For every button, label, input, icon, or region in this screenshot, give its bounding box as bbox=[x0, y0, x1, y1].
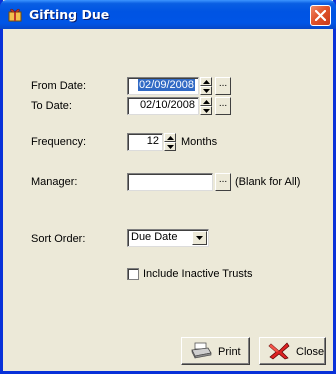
to-date-spinner[interactable] bbox=[200, 97, 212, 115]
to-date-field[interactable]: 02/10/2008 bbox=[127, 97, 199, 115]
include-inactive-label[interactable]: Include Inactive Trusts bbox=[143, 268, 252, 280]
frequency-label: Frequency: bbox=[31, 136, 87, 148]
app-gift-icon bbox=[8, 8, 22, 22]
arrow-up-icon bbox=[203, 80, 210, 84]
manager-field[interactable] bbox=[127, 173, 213, 191]
from-date-browse-button[interactable]: ... bbox=[215, 77, 231, 95]
sort-order-dropdown-button[interactable] bbox=[192, 231, 207, 245]
to-date-label: To Date: bbox=[31, 100, 72, 112]
printer-icon bbox=[191, 342, 212, 359]
frequency-spinner[interactable] bbox=[164, 133, 176, 151]
sort-order-select[interactable]: Due Date bbox=[127, 229, 209, 247]
from-date-value: 02/09/2008 bbox=[137, 79, 195, 91]
frequency-spin-up[interactable] bbox=[164, 133, 176, 142]
title-bar[interactable]: Gifting Due bbox=[0, 0, 336, 29]
from-date-spinner[interactable] bbox=[200, 77, 212, 95]
frequency-field[interactable]: 12 bbox=[127, 133, 163, 151]
to-date-spin-down[interactable] bbox=[200, 106, 212, 115]
arrow-up-icon bbox=[203, 100, 210, 104]
close-button-label: Close bbox=[296, 346, 325, 358]
arrow-down-icon bbox=[203, 89, 210, 93]
from-date-field[interactable]: 02/09/2008 bbox=[127, 77, 199, 95]
arrow-up-icon bbox=[167, 136, 174, 140]
manager-browse-button[interactable]: ... bbox=[215, 173, 231, 191]
chevron-down-icon bbox=[196, 236, 203, 240]
from-date-label: From Date: bbox=[31, 80, 87, 92]
close-icon bbox=[315, 10, 326, 21]
manager-hint: (Blank for All) bbox=[235, 176, 301, 188]
include-inactive-checkbox[interactable] bbox=[127, 268, 139, 280]
sort-order-label: Sort Order: bbox=[31, 233, 86, 245]
manager-label: Manager: bbox=[31, 176, 78, 188]
print-button-label: Print bbox=[218, 346, 241, 358]
to-date-browse-button[interactable]: ... bbox=[215, 97, 231, 115]
to-date-spin-up[interactable] bbox=[200, 97, 212, 106]
from-date-spin-down[interactable] bbox=[200, 86, 212, 95]
from-date-spin-up[interactable] bbox=[200, 77, 212, 86]
window-title: Gifting Due bbox=[29, 7, 110, 22]
window-close-button[interactable] bbox=[310, 5, 331, 26]
arrow-down-icon bbox=[167, 145, 174, 149]
gifting-due-dialog: Gifting Due From Date: 02/09/2008 ... To… bbox=[0, 0, 336, 374]
frequency-spin-down[interactable] bbox=[164, 142, 176, 151]
frequency-unit-label: Months bbox=[181, 136, 218, 148]
close-button[interactable]: Close bbox=[259, 337, 326, 365]
close-x-icon bbox=[268, 342, 290, 360]
sort-order-selected: Due Date bbox=[131, 231, 178, 243]
print-button[interactable]: Print bbox=[181, 337, 250, 365]
arrow-down-icon bbox=[203, 109, 210, 113]
